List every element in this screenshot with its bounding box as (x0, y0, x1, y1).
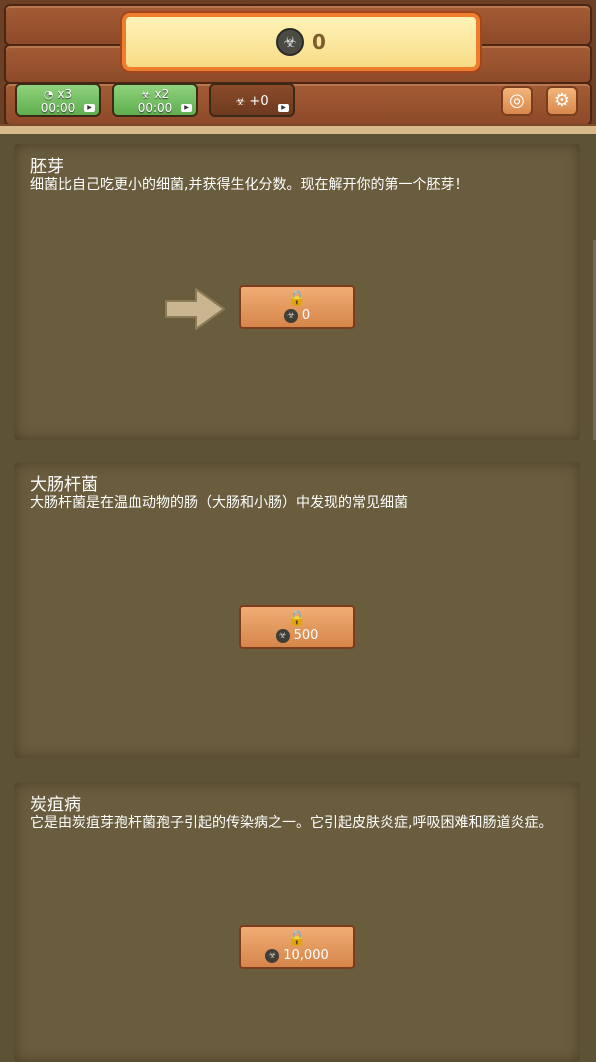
top-bar: ☣ 0 ◔ x3 00:00 ▶ ☣ x2 00:00 ▶ ☣ +0 ▶ ◎ ⚙ (0, 0, 596, 134)
upgrade-card: 胚芽 细菌比自己吃更小的细菌,并获得生化分数。现在解开你的第一个胚芽！ 🔒 ☣ … (14, 144, 580, 440)
card-title: 炭疽病 (30, 795, 81, 815)
free-points-button[interactable]: ☣ +0 ▶ (209, 83, 295, 117)
biohazard-icon: ☣ (276, 28, 305, 56)
card-description: 大肠杆菌是在温血动物的肠（大肠和小肠）中发现的常见细菌 (30, 495, 408, 511)
card-description: 细菌比自己吃更小的细菌,并获得生化分数。现在解开你的第一个胚芽！ (30, 177, 469, 193)
boost-multiplier: x3 (57, 87, 73, 101)
score-boost-button[interactable]: ☣ x2 00:00 ▶ (112, 83, 198, 117)
lock-icon: 🔒 (287, 609, 307, 627)
gear-icon: ⚙ (553, 90, 571, 111)
card-description: 它是由炭疽芽孢杆菌孢子引起的传染病之一。它引起皮肤炎症,呼吸困难和肠道炎症。 (30, 815, 553, 831)
score-value: 0 (312, 30, 326, 54)
unlock-cost: 0 (301, 308, 311, 323)
biohazard-icon: ☣ (265, 948, 280, 963)
unlock-button[interactable]: 🔒 ☣ 0 (239, 285, 355, 329)
help-button[interactable]: ◎ (501, 86, 533, 116)
video-ad-icon: ▶ (84, 104, 95, 112)
unlock-cost: 500 (293, 628, 319, 643)
free-points-label: +0 (249, 94, 269, 109)
settings-button[interactable]: ⚙ (546, 86, 578, 116)
biohazard-icon: ☣ (140, 88, 151, 101)
video-ad-icon: ▶ (278, 104, 289, 112)
arrow-right-icon (165, 288, 225, 330)
boost-multiplier: x2 (154, 87, 170, 101)
header-edge (0, 124, 596, 134)
unlock-cost: 10,000 (283, 948, 329, 963)
biohazard-icon: ☣ (283, 308, 298, 323)
lock-icon: 🔒 (287, 929, 307, 947)
score-banner: ☣ 0 (122, 13, 480, 71)
card-title: 胚芽 (30, 157, 64, 177)
speedometer-icon: ◔ (43, 88, 54, 101)
video-ad-icon: ▶ (181, 104, 192, 112)
biohazard-icon: ☣ (275, 628, 290, 643)
card-title: 大肠杆菌 (30, 475, 98, 495)
lifebuoy-icon: ◎ (509, 90, 525, 111)
lock-icon: 🔒 (287, 289, 307, 307)
unlock-button[interactable]: 🔒 ☣ 10,000 (239, 925, 355, 969)
upgrade-card: 炭疽病 它是由炭疽芽孢杆菌孢子引起的传染病之一。它引起皮肤炎症,呼吸困难和肠道炎… (14, 782, 580, 1062)
upgrade-card: 大肠杆菌 大肠杆菌是在温血动物的肠（大肠和小肠）中发现的常见细菌 🔒 ☣ 500 (14, 462, 580, 758)
unlock-button[interactable]: 🔒 ☣ 500 (239, 605, 355, 649)
speed-boost-button[interactable]: ◔ x3 00:00 ▶ (15, 83, 101, 117)
biohazard-icon: ☣ (235, 95, 246, 108)
